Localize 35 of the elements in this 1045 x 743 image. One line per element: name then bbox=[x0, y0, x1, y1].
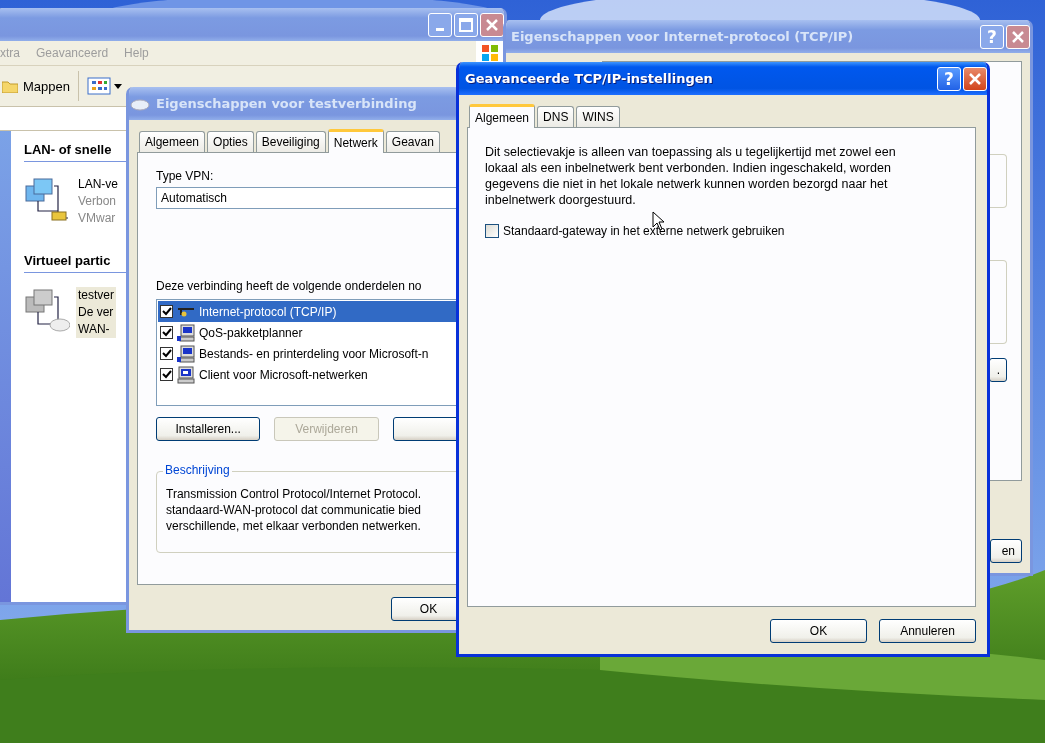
computer-icon bbox=[177, 323, 195, 342]
cancel-button[interactable]: Annuleren bbox=[879, 619, 976, 643]
checkbox[interactable] bbox=[160, 326, 173, 339]
window-title: Geavanceerde TCP/IP-instellingen bbox=[465, 71, 713, 86]
folder-icon bbox=[2, 79, 18, 93]
help-button[interactable]: ? bbox=[937, 66, 961, 91]
tab[interactable]: DNS bbox=[537, 106, 575, 127]
components-label: Deze verbinding heeft de volgende onderdelen no bbox=[156, 279, 423, 293]
network-computers-icon bbox=[24, 176, 70, 222]
connection-icon bbox=[130, 96, 150, 111]
list-item[interactable]: Internet-protocol (TCP/IP) bbox=[158, 301, 458, 322]
description-text: Transmission Control Protocol/Internet Protocol. standaard-WAN-protocol dat communicatie bied verschillende, met elkaar verbonden netwerken. bbox=[166, 486, 422, 534]
window-title: Eigenschappen voor Internet-protocol (TCP/IP) bbox=[511, 29, 854, 44]
views-icon bbox=[87, 76, 123, 96]
computer-icon bbox=[177, 365, 195, 384]
computers-cloud-icon bbox=[24, 287, 70, 333]
checkbox[interactable] bbox=[160, 368, 173, 381]
close-button[interactable] bbox=[963, 66, 987, 91]
field-label: Type VPN: bbox=[156, 169, 215, 183]
list-item[interactable]: QoS-pakketplanner bbox=[158, 322, 458, 343]
checkbox[interactable] bbox=[485, 224, 499, 238]
ok-button[interactable]: OK bbox=[770, 619, 867, 643]
tab[interactable]: WINS bbox=[576, 106, 620, 127]
flag-icon bbox=[481, 44, 499, 62]
computer-icon bbox=[177, 344, 195, 363]
window-title: Eigenschappen voor testverbinding bbox=[156, 96, 417, 111]
maximize-icon bbox=[457, 15, 475, 34]
list-item[interactable]: Bestands- en printerdeling voor Microsoft-n bbox=[158, 343, 458, 364]
list-item[interactable]: Client voor Microsoft-netwerken bbox=[158, 364, 458, 385]
checkbox-label[interactable]: Standaard-gateway in het externe netwerk gebruiken bbox=[503, 224, 785, 238]
checkbox[interactable] bbox=[160, 347, 173, 360]
tab[interactable]: Algemeen bbox=[469, 104, 536, 128]
group-title: Beschrijving bbox=[163, 463, 232, 477]
checkbox[interactable] bbox=[160, 305, 173, 318]
minimize-icon bbox=[436, 28, 444, 31]
